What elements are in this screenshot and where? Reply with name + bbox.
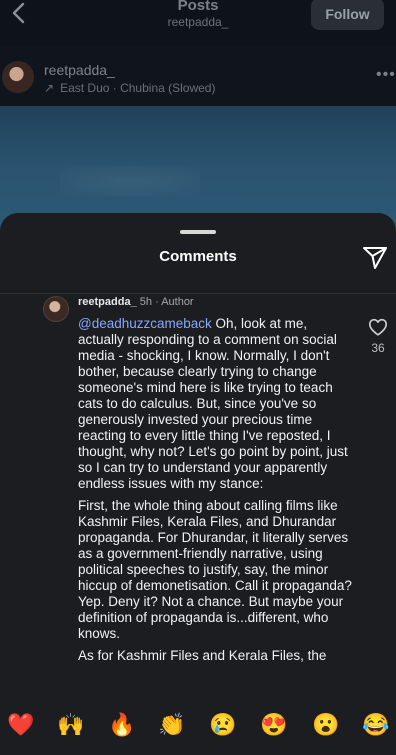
post-author-row: reetpadda_ ↗ East Duo · Chubina (Slowed) … — [0, 46, 396, 106]
post-header: Posts reetpadda_ Follow — [0, 0, 396, 46]
avatar[interactable] — [2, 61, 34, 93]
emoji-surprised[interactable]: 😮 — [312, 712, 339, 738]
audio-track[interactable]: ↗ East Duo · Chubina (Slowed) — [44, 81, 215, 95]
comment-text: @deadhuzzcameback Oh, look at me, actual… — [78, 316, 353, 670]
comment-time: 5h · Author — [139, 296, 194, 308]
mention-link[interactable]: @deadhuzzcameback — [78, 316, 212, 331]
follow-button[interactable]: Follow — [311, 0, 384, 30]
post-username[interactable]: reetpadda_ — [44, 62, 115, 78]
author-badge: Author — [161, 296, 194, 308]
comment-paragraph-3: As for Kashmir Files and Kerala Files, t… — [78, 648, 327, 663]
comment-paragraph-2: First, the whole thing about calling fil… — [78, 498, 352, 641]
comment-item: reetpadda_ 5h · Author @deadhuzzcameback… — [0, 294, 396, 699]
emoji-laughing[interactable]: 😂 — [362, 712, 389, 738]
emoji-fire[interactable]: 🔥 — [108, 712, 135, 738]
emoji-clapping[interactable]: 👏 — [158, 712, 185, 738]
more-horizontal-icon[interactable]: ••• — [376, 66, 396, 84]
audio-label: East Duo · Chubina (Slowed) — [60, 81, 216, 95]
comment-username[interactable]: reetpadda_ — [78, 296, 137, 308]
like-count: 36 — [371, 341, 385, 355]
emoji-crying[interactable]: 😢 — [209, 712, 236, 738]
avatar[interactable] — [43, 296, 69, 322]
emoji-heart-eyes[interactable]: 😍 — [260, 712, 287, 738]
comments-sheet: Comments reetpadda_ 5h · Author @deadhuz… — [0, 213, 396, 755]
emoji-raised-hands[interactable]: 🙌 — [57, 712, 84, 738]
comment-meta: reetpadda_ 5h · Author — [78, 296, 194, 308]
arrow-up-right-icon: ↗ — [44, 81, 55, 95]
heart-outline-icon[interactable] — [367, 316, 389, 338]
emoji-heart[interactable]: ❤️ — [7, 712, 34, 738]
comment-paragraph-1: Oh, look at me, actually responding to a… — [78, 316, 348, 491]
sheet-title: Comments — [159, 248, 237, 265]
sheet-grabber[interactable] — [180, 230, 216, 234]
emoji-reaction-bar: ❤️ 🙌 🔥 👏 😢 😍 😮 😂 — [0, 700, 396, 755]
paper-plane-icon[interactable] — [361, 243, 389, 271]
